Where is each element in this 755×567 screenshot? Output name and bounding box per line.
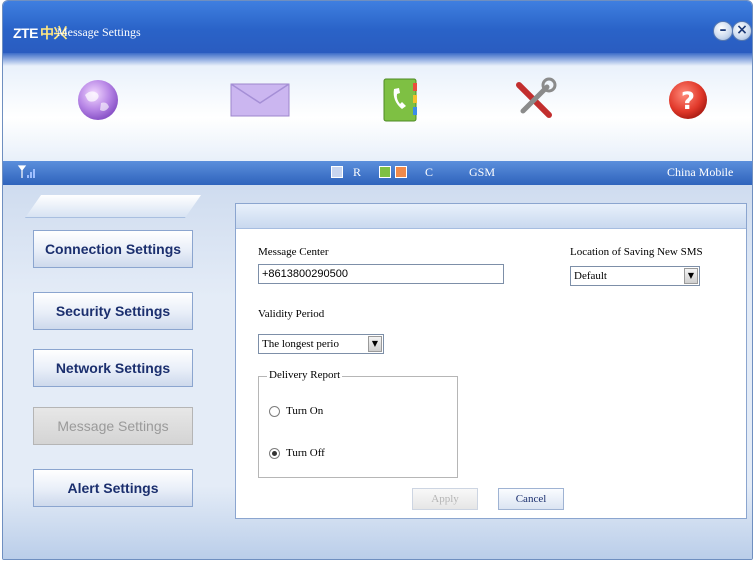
- network-status-icon: [395, 166, 407, 178]
- main-toolbar: ?: [3, 53, 752, 161]
- turn-off-label: Turn Off: [286, 447, 325, 459]
- minimize-icon[interactable]: –: [713, 21, 733, 41]
- delivery-report-group: Delivery Report Turn On Turn Off: [258, 369, 458, 478]
- network-type: GSM: [469, 165, 496, 179]
- window-title: Message Settings: [57, 25, 141, 39]
- close-icon[interactable]: ×: [732, 21, 752, 41]
- sidebar-item-network-settings[interactable]: Network Settings: [33, 349, 193, 387]
- turn-on-label: Turn On: [286, 405, 324, 417]
- operator-name: China Mobile: [667, 165, 734, 179]
- turn-on-radio-row[interactable]: Turn On: [269, 405, 323, 417]
- help-icon[interactable]: ?: [663, 75, 713, 125]
- roaming-indicator: R: [353, 165, 362, 179]
- validity-period-label: Validity Period: [258, 308, 325, 320]
- message-center-label: Message Center: [258, 246, 329, 258]
- location-select[interactable]: Default ▼: [570, 266, 700, 286]
- location-select-value: Default: [574, 270, 607, 282]
- turn-off-radio[interactable]: [269, 447, 280, 459]
- svg-text:?: ?: [681, 87, 695, 115]
- sidebar-item-security-settings[interactable]: Security Settings: [33, 292, 193, 330]
- panel-header: [236, 204, 746, 229]
- apply-button: Apply: [412, 488, 478, 510]
- turn-off-radio-row[interactable]: Turn Off: [269, 447, 325, 459]
- service-indicator: C: [425, 165, 434, 179]
- sidebar-item-message-settings: Message Settings: [33, 407, 193, 445]
- validity-period-select[interactable]: The longest perio ▼: [258, 334, 384, 354]
- chevron-down-icon[interactable]: ▼: [368, 336, 382, 352]
- sidebar-tab-decoration: [24, 195, 202, 218]
- cancel-button[interactable]: Cancel: [498, 488, 564, 510]
- signal-strength-icon: [17, 164, 37, 184]
- phonebook-icon[interactable]: [375, 75, 425, 125]
- messages-envelope-icon[interactable]: [229, 75, 291, 125]
- connection-status-icon: [379, 166, 391, 178]
- message-settings-panel: Message Center +8613800290500 Location o…: [235, 203, 747, 519]
- status-bar: R C GSM China Mobile: [3, 161, 752, 185]
- internet-globe-icon[interactable]: [73, 75, 123, 125]
- validity-period-value: The longest perio: [262, 338, 339, 350]
- chevron-down-icon[interactable]: ▼: [684, 268, 698, 284]
- location-label: Location of Saving New SMS: [570, 246, 703, 258]
- app-window: ZTE 中兴 Message Settings – × ? R C GSM Ch…: [2, 0, 753, 560]
- sidebar-item-connection-settings[interactable]: Connection Settings: [33, 230, 193, 268]
- settings-tools-icon[interactable]: [509, 75, 559, 125]
- message-center-input[interactable]: +8613800290500: [258, 264, 504, 284]
- sidebar-item-alert-settings[interactable]: Alert Settings: [33, 469, 193, 507]
- title-bar: ZTE 中兴 Message Settings – ×: [3, 1, 752, 53]
- delivery-report-title: Delivery Report: [267, 369, 343, 381]
- turn-on-radio[interactable]: [269, 405, 280, 417]
- sms-status-icon: [331, 166, 343, 178]
